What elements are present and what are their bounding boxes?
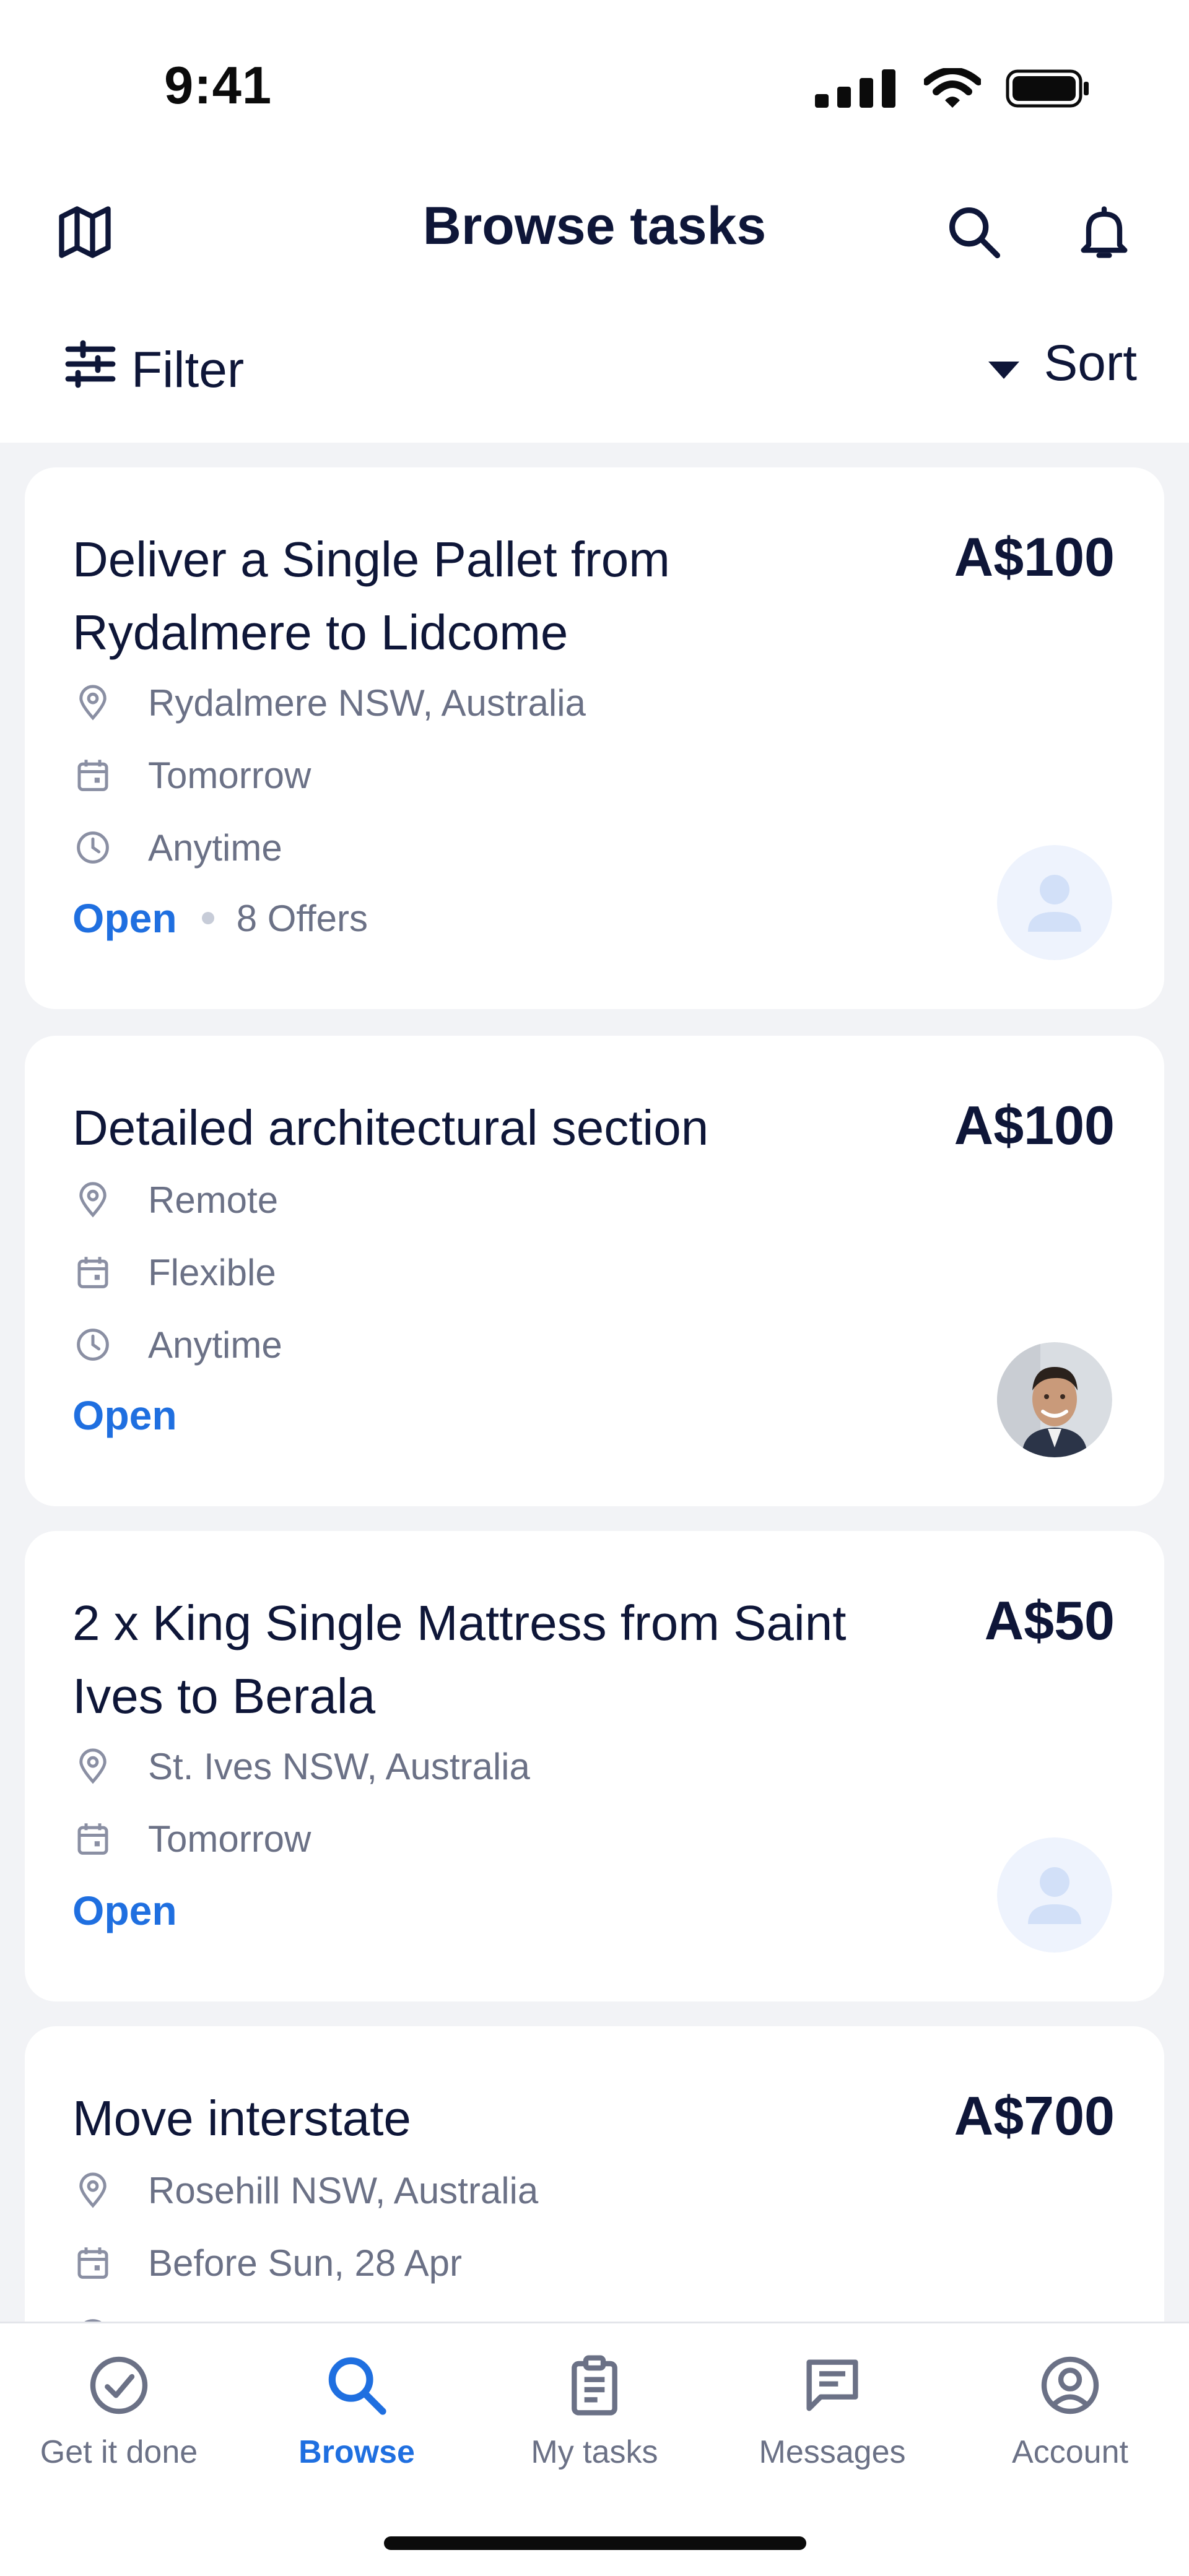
task-date: Before Sun, 28 Apr (72, 2238, 462, 2288)
sort-label: Sort (1043, 335, 1137, 391)
task-card[interactable]: Detailed architectural section A$100 Rem… (25, 1036, 1164, 1506)
task-price: A$700 (954, 2085, 1115, 2146)
clock-icon (72, 1320, 122, 1369)
message-icon (795, 2348, 869, 2422)
separator-dot (201, 912, 214, 924)
search-icon[interactable] (940, 198, 1008, 266)
status-icons (815, 67, 1090, 112)
task-status-row: Open (72, 1887, 177, 1934)
task-title: Move interstate (72, 2091, 411, 2146)
task-price: A$100 (954, 526, 1115, 588)
status-badge: Open (72, 1888, 177, 1933)
status-time: 9:41 (164, 56, 272, 115)
task-status-row: Open 8 Offers (72, 895, 368, 942)
filter-sliders-icon (61, 334, 120, 406)
task-price: A$100 (954, 1095, 1115, 1156)
task-card[interactable]: Move interstate A$700 Rosehill NSW, Aust… (25, 2026, 1164, 2322)
task-date: Flexible (72, 1247, 276, 1297)
caret-down-icon (988, 334, 1019, 392)
filter-label: Filter (131, 342, 245, 398)
poster-avatar[interactable] (997, 1837, 1112, 1953)
tab-label: Browse (298, 2434, 415, 2470)
location-pin-icon (72, 2166, 122, 2215)
tab-browse[interactable]: Browse (238, 2348, 476, 2471)
notification-bell-icon[interactable] (1070, 198, 1138, 266)
clock-icon (72, 823, 122, 872)
location-pin-icon (72, 1741, 122, 1791)
task-time: Anytime (72, 823, 282, 872)
home-indicator (384, 2536, 806, 2550)
battery-icon (1006, 69, 1090, 111)
task-time (72, 2310, 148, 2322)
clock-icon (72, 2310, 122, 2322)
task-time: Anytime (72, 1320, 282, 1369)
signal-icon (815, 69, 899, 111)
task-title: Deliver a Single Pallet from Rydalmere t… (72, 532, 670, 660)
account-icon (1033, 2348, 1107, 2422)
clipboard-icon (557, 2348, 632, 2422)
task-location: Rydalmere NSW, Australia (72, 678, 586, 727)
task-location: St. Ives NSW, Australia (72, 1741, 530, 1791)
task-card[interactable]: Deliver a Single Pallet from Rydalmere t… (25, 467, 1164, 1009)
task-price: A$50 (984, 1590, 1115, 1651)
tab-my-tasks[interactable]: My tasks (476, 2348, 713, 2471)
wifi-icon (923, 67, 982, 112)
task-location: Remote (72, 1175, 278, 1225)
task-card[interactable]: 2 x King Single Mattress from Saint Ives… (25, 1531, 1164, 2001)
poster-avatar-photo[interactable] (997, 1342, 1112, 1457)
sort-button[interactable]: Sort (988, 334, 1137, 392)
calendar-icon (72, 1247, 122, 1297)
filter-button[interactable]: Filter (61, 334, 244, 406)
page-title: Browse tasks (422, 196, 767, 256)
check-circle-icon (82, 2348, 156, 2422)
filter-sort-bar: Filter Sort (0, 297, 1189, 443)
status-badge: Open (72, 895, 177, 941)
tab-label: My tasks (531, 2434, 658, 2470)
tab-get-it-done[interactable]: Get it done (0, 2348, 238, 2471)
task-date: Tomorrow (72, 1814, 311, 1863)
task-title: Detailed architectural section (72, 1100, 709, 1155)
tab-messages[interactable]: Messages (713, 2348, 951, 2471)
status-badge: Open (72, 1392, 177, 1438)
calendar-icon (72, 2238, 122, 2288)
tab-label: Messages (759, 2434, 906, 2470)
task-date: Tomorrow (72, 750, 311, 800)
task-location: Rosehill NSW, Australia (72, 2166, 538, 2215)
tab-label: Account (1012, 2434, 1128, 2470)
calendar-icon (72, 1814, 122, 1863)
location-pin-icon (72, 678, 122, 727)
task-list: Deliver a Single Pallet from Rydalmere t… (0, 443, 1189, 2322)
poster-avatar[interactable] (997, 845, 1112, 960)
tab-label: Get it done (40, 2434, 198, 2470)
task-title: 2 x King Single Mattress from Saint Ives… (72, 1595, 847, 1724)
search-icon (320, 2348, 394, 2422)
task-status-row: Open (72, 1392, 177, 1439)
top-app-bar: Browse tasks (0, 161, 1189, 297)
status-bar: 9:41 (0, 0, 1189, 161)
location-pin-icon (72, 1175, 122, 1225)
offer-count: 8 Offers (236, 897, 368, 939)
calendar-icon (72, 750, 122, 800)
tab-account[interactable]: Account (951, 2348, 1189, 2471)
